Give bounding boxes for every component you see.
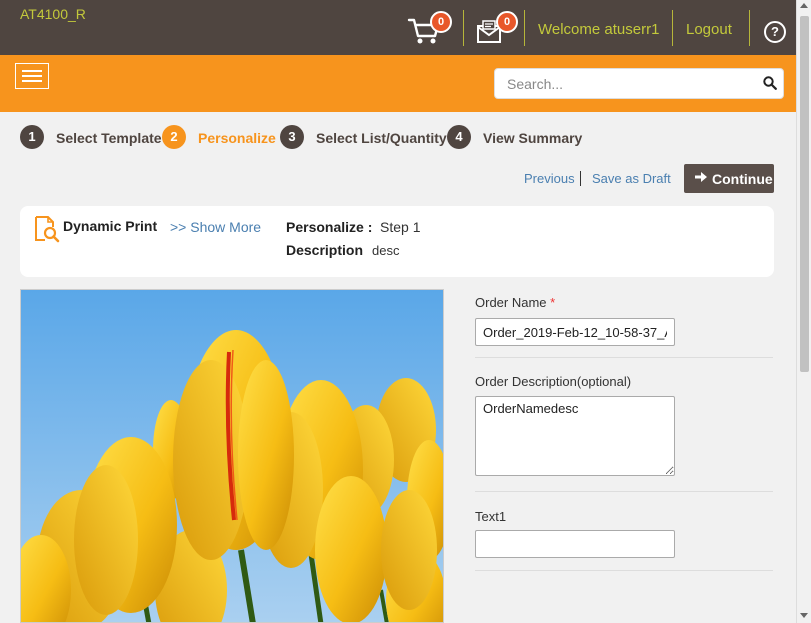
template-info-card: Dynamic Print >> Show More Personalize :… xyxy=(20,206,774,277)
template-name: Dynamic Print xyxy=(63,218,158,234)
previous-link[interactable]: Previous xyxy=(524,171,575,186)
show-more-link[interactable]: >> Show More xyxy=(170,219,261,235)
messages-button[interactable]: 0 xyxy=(476,11,520,48)
scroll-down-arrow-icon[interactable] xyxy=(800,613,808,618)
nav-bar xyxy=(0,55,796,112)
order-description-label: Order Description(optional) xyxy=(475,374,632,389)
save-draft-link[interactable]: Save as Draft xyxy=(592,171,671,186)
personalize-label: Personalize : xyxy=(286,219,373,235)
personalize-value: Step 1 xyxy=(380,219,421,235)
continue-button[interactable]: Continue xyxy=(684,164,774,193)
document-search-icon xyxy=(34,215,60,248)
cart-button[interactable]: 0 xyxy=(407,11,453,48)
step-label: Select Template xyxy=(56,130,162,146)
page-scrollbar[interactable] xyxy=(796,0,811,623)
help-icon[interactable]: ? xyxy=(764,21,786,43)
divider xyxy=(580,171,581,186)
template-preview-image xyxy=(20,289,444,623)
messages-count-badge: 0 xyxy=(496,11,518,33)
divider xyxy=(475,570,773,571)
divider xyxy=(672,10,673,46)
divider xyxy=(475,357,773,358)
text1-field[interactable] xyxy=(475,530,675,558)
search-box xyxy=(494,68,784,99)
step-number: 2 xyxy=(162,125,186,149)
divider xyxy=(463,10,464,46)
text1-label: Text1 xyxy=(475,509,507,524)
step-number: 1 xyxy=(20,125,44,149)
logout-link[interactable]: Logout xyxy=(686,21,732,38)
continue-label: Continue xyxy=(712,171,773,187)
step-label: Select List/Quantity xyxy=(316,130,447,146)
order-name-label: Order Name * xyxy=(475,295,556,310)
arrow-right-icon xyxy=(694,170,708,187)
divider xyxy=(524,10,525,46)
search-icon[interactable] xyxy=(763,76,777,95)
required-marker: * xyxy=(550,295,556,310)
step-number: 4 xyxy=(447,125,471,149)
order-name-field[interactable] xyxy=(475,318,675,346)
menu-icon[interactable] xyxy=(15,63,49,89)
step-number: 3 xyxy=(280,125,304,149)
description-label: Description xyxy=(286,242,364,258)
step-label: Personalize xyxy=(198,130,276,146)
divider xyxy=(749,10,750,46)
divider xyxy=(475,491,773,492)
scrollbar-thumb[interactable] xyxy=(800,16,809,372)
order-description-field[interactable]: OrderNamedesc xyxy=(475,396,675,476)
step-label: View Summary xyxy=(483,130,583,146)
top-header: AT4100_R 0 0 Welcome atuserr1 Logout ? xyxy=(0,0,796,55)
search-input[interactable] xyxy=(495,69,745,98)
welcome-user[interactable]: Welcome atuserr1 xyxy=(538,21,659,38)
brand-name: AT4100_R xyxy=(20,6,86,22)
description-value: desc xyxy=(372,243,400,258)
scroll-up-arrow-icon[interactable] xyxy=(800,3,808,8)
cart-count-badge: 0 xyxy=(430,11,452,33)
